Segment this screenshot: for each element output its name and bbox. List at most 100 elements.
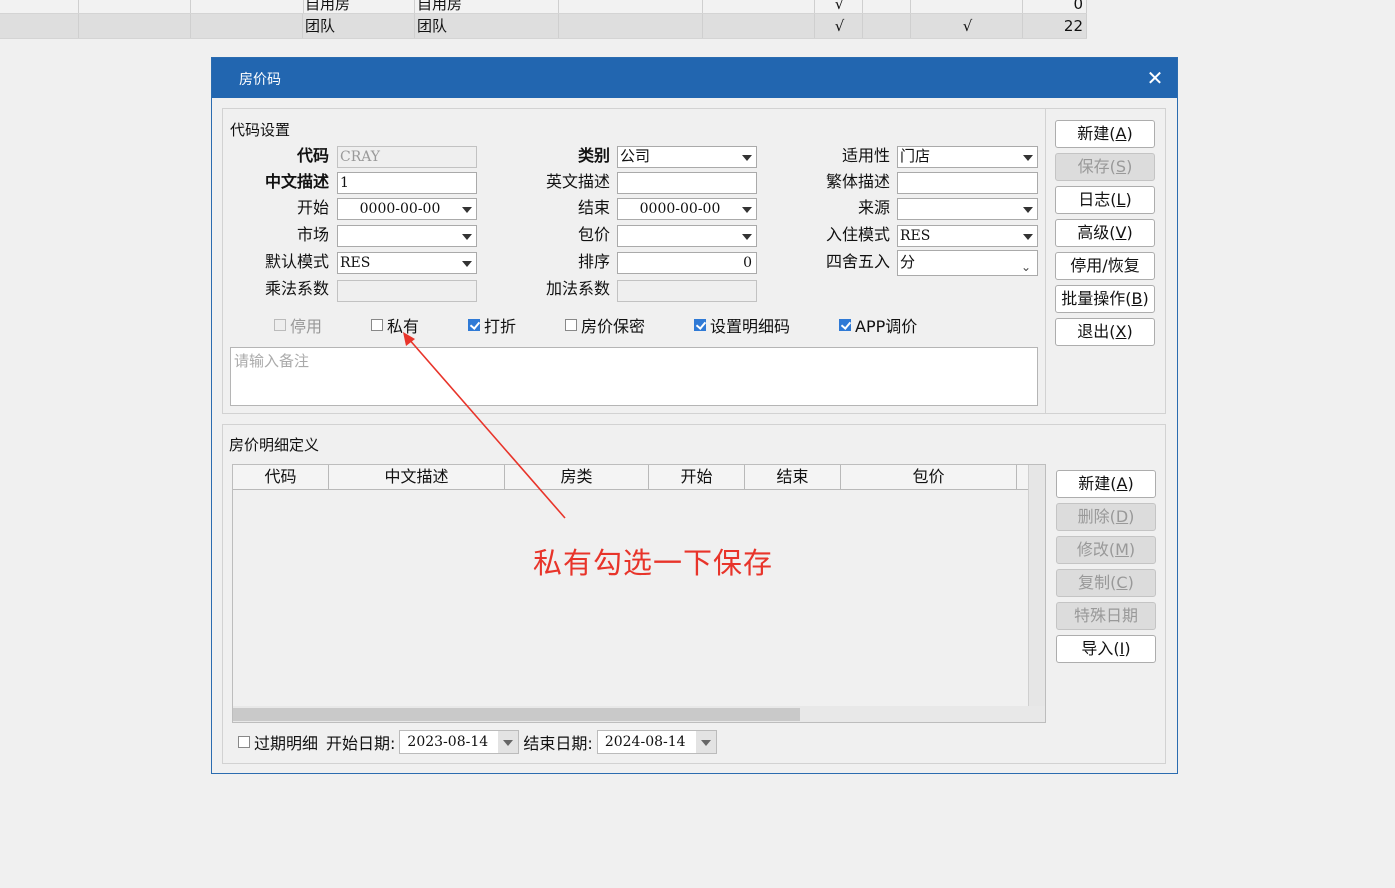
source-label: 来源 <box>857 198 890 217</box>
package-select[interactable] <box>617 225 757 247</box>
sort-label: 排序 <box>577 252 610 271</box>
chevron-down-icon[interactable] <box>1023 207 1033 213</box>
column-header[interactable]: 代码 <box>233 465 329 490</box>
start-date-value: 2023-08-14 <box>407 734 489 750</box>
button-text: ) <box>1124 639 1131 658</box>
applicability-select[interactable]: 门店 <box>897 146 1038 168</box>
checkbox-box[interactable] <box>694 319 706 331</box>
chevron-down-icon[interactable]: ⌄ <box>1021 255 1031 275</box>
en-desc-label: 英文描述 <box>545 172 610 191</box>
table-row[interactable]: 团队 团队 √ √ 22 <box>0 14 1087 39</box>
checkbox-box[interactable] <box>565 319 577 331</box>
detail-new-button[interactable]: 新建(A) <box>1056 470 1156 498</box>
table-row[interactable]: 自用房 自用房 √ 0 <box>0 0 1087 14</box>
code-settings-title: 代码设置 <box>230 121 291 139</box>
app-adjust-checkbox[interactable]: APP调价 <box>839 313 917 337</box>
button-text: 高级( <box>1077 223 1116 242</box>
checkbox-box[interactable] <box>468 319 480 331</box>
chevron-down-icon[interactable] <box>1023 234 1033 240</box>
checkin-mode-select[interactable]: RES <box>897 225 1038 247</box>
save-button[interactable]: 保存(S) <box>1055 153 1155 181</box>
detail-copy-button[interactable]: 复制(C) <box>1056 569 1156 597</box>
tw-desc-field[interactable] <box>897 172 1038 194</box>
chevron-down-icon[interactable] <box>1023 155 1033 161</box>
remarks-input[interactable] <box>231 348 1037 405</box>
batch-button[interactable]: 批量操作(B) <box>1055 285 1155 313</box>
disabled-checkbox[interactable]: 停用 <box>274 313 322 337</box>
checkin-mode-value: RES <box>900 228 931 244</box>
scrollbar-thumb[interactable] <box>233 708 800 721</box>
rate-secret-checkbox[interactable]: 房价保密 <box>565 313 645 337</box>
detail-delete-button[interactable]: 删除(D) <box>1056 503 1156 531</box>
app-adjust-checkbox-label: APP调价 <box>855 317 918 336</box>
table-cell: √ <box>815 14 863 38</box>
close-icon[interactable]: ✕ <box>1141 64 1169 92</box>
start-label: 开始 <box>296 198 329 217</box>
dropdown-button[interactable] <box>498 731 519 753</box>
cn-desc-label: 中文描述 <box>264 172 329 191</box>
hotkey: A <box>1115 124 1127 143</box>
log-button[interactable]: 日志(L) <box>1055 186 1155 214</box>
multiplier-label: 乘法系数 <box>264 279 329 298</box>
horizontal-scrollbar[interactable] <box>233 706 1045 722</box>
cn-desc-field[interactable]: 1 <box>337 172 477 194</box>
chevron-down-icon[interactable] <box>462 261 472 267</box>
start-date-picker[interactable]: 0000-00-00 <box>337 198 477 220</box>
start-date-value: 0000-00-00 <box>359 201 441 217</box>
checkbox-box[interactable] <box>371 319 383 331</box>
code-field[interactable]: CRAY <box>337 146 477 168</box>
vertical-scrollbar[interactable] <box>1028 465 1045 707</box>
import-button[interactable]: 导入(I) <box>1056 635 1156 663</box>
column-header[interactable]: 中文描述 <box>329 465 505 490</box>
market-select[interactable] <box>337 225 477 247</box>
column-header[interactable]: 房类 <box>505 465 649 490</box>
special-dates-button[interactable]: 特殊日期 <box>1056 602 1156 630</box>
column-header[interactable]: 包价 <box>841 465 1017 490</box>
chevron-down-icon[interactable] <box>462 207 472 213</box>
chevron-down-icon[interactable] <box>742 155 752 161</box>
button-text: 删除( <box>1077 507 1116 526</box>
advanced-button[interactable]: 高级(V) <box>1055 219 1155 247</box>
chevron-down-icon[interactable] <box>742 234 752 240</box>
multiplier-field[interactable] <box>337 280 477 302</box>
chevron-down-icon[interactable] <box>462 234 472 240</box>
category-select[interactable]: 公司 <box>617 146 757 168</box>
end-date-combo[interactable]: 2024-08-14 <box>596 730 717 754</box>
button-text: ) <box>1126 157 1133 176</box>
adder-field[interactable] <box>617 280 757 302</box>
exit-button[interactable]: 退出(X) <box>1055 318 1155 346</box>
checkbox-box[interactable] <box>839 319 851 331</box>
expired-checkbox[interactable]: 过期明细 <box>238 730 318 754</box>
rounding-value: 分 <box>900 254 916 271</box>
source-select[interactable] <box>897 198 1038 220</box>
column-header[interactable]: 开始 <box>649 465 745 490</box>
button-text: ) <box>1128 507 1135 526</box>
button-text: 复制( <box>1078 573 1117 592</box>
discount-checkbox[interactable]: 打折 <box>468 313 516 337</box>
detail-code-checkbox[interactable]: 设置明细码 <box>694 313 790 337</box>
sort-field[interactable]: 0 <box>617 252 757 274</box>
detail-grid: 代码 中文描述 房类 开始 结束 包价 <box>232 464 1046 723</box>
hotkey: C <box>1116 573 1128 592</box>
toggle-button[interactable]: 停用/恢复 <box>1055 252 1155 280</box>
new-button[interactable]: 新建(A) <box>1055 120 1155 148</box>
checkbox-box[interactable] <box>238 736 250 748</box>
end-date-picker[interactable]: 0000-00-00 <box>617 198 757 220</box>
private-checkbox[interactable]: 私有 <box>371 313 419 337</box>
checkbox-box[interactable] <box>274 319 286 331</box>
en-desc-field[interactable] <box>617 172 757 194</box>
grid-header: 代码 中文描述 房类 开始 结束 包价 <box>233 465 1029 490</box>
detail-modify-button[interactable]: 修改(M) <box>1056 536 1156 564</box>
column-header[interactable]: 结束 <box>745 465 841 490</box>
button-text: ) <box>1126 322 1133 341</box>
default-mode-select[interactable]: RES <box>337 252 477 274</box>
category-label: 类别 <box>577 146 610 165</box>
dialog-titlebar[interactable]: 房价码 ✕ <box>212 58 1177 98</box>
adder-label: 加法系数 <box>545 279 610 298</box>
chevron-down-icon[interactable] <box>742 207 752 213</box>
dropdown-button[interactable] <box>695 731 716 753</box>
start-date-combo[interactable]: 2023-08-14 <box>399 730 520 754</box>
expired-label: 过期明细 <box>254 734 319 753</box>
rounding-select[interactable]: 分 ⌄ <box>897 250 1038 276</box>
hotkey: D <box>1115 507 1129 526</box>
